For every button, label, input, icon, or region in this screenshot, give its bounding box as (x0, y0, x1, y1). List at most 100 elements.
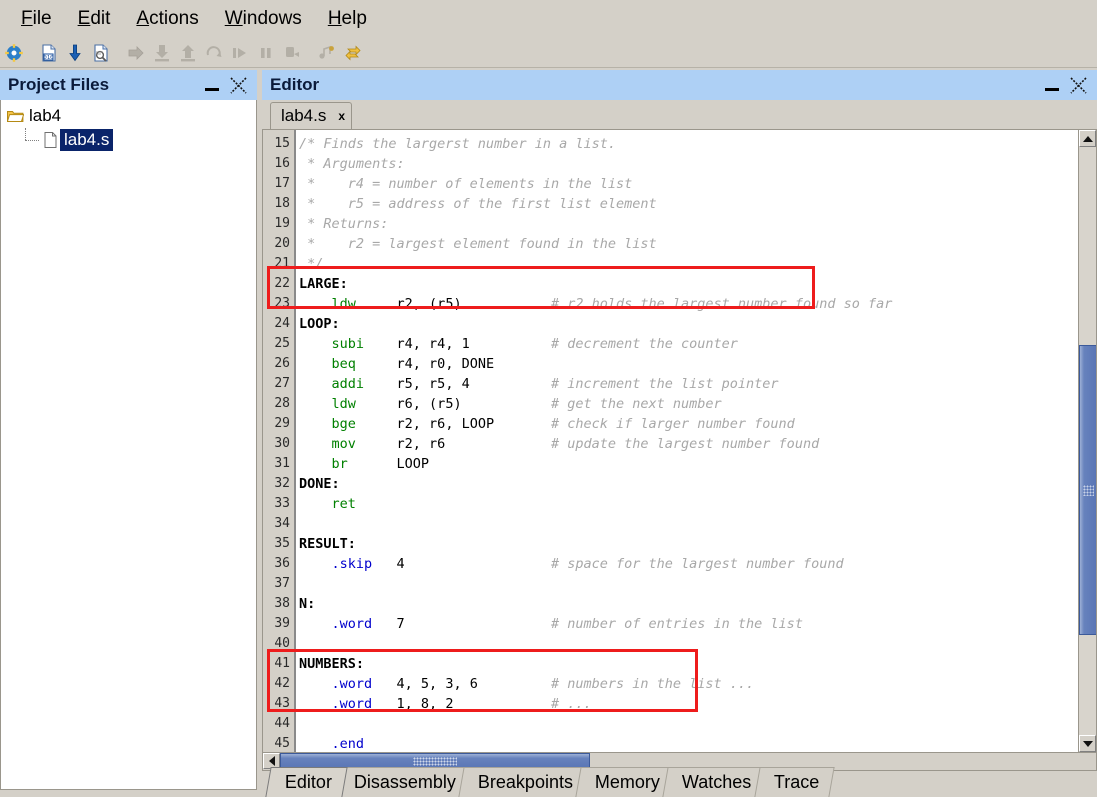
tree-node-folder[interactable]: lab4 (5, 104, 256, 128)
code-token: r4, r4, 1 (396, 336, 551, 352)
menu-item-actions[interactable]: Actions (123, 6, 211, 32)
bottom-tab-editor[interactable]: Editor (265, 767, 348, 797)
code-line[interactable]: .word 4, 5, 3, 6 # numbers in the list .… (299, 674, 1096, 694)
bottom-tab-breakpoints[interactable]: Breakpoints (458, 767, 589, 797)
code-token: subi (299, 336, 397, 352)
code-line[interactable]: * r2 = largest element found in the list (299, 234, 1096, 254)
code-line[interactable]: DONE: (299, 474, 1096, 494)
pause-icon (254, 41, 278, 65)
code-line[interactable]: */ (299, 254, 1096, 274)
code-token: * Returns: (299, 216, 389, 232)
code-token: * r4 = number of elements in the list (299, 176, 633, 192)
menu-item-edit[interactable]: Edit (65, 6, 124, 32)
restart-icon (202, 41, 226, 65)
file-tab-strip: lab4.s x (262, 100, 1097, 129)
code-line[interactable]: subi r4, r4, 1 # decrement the counter (299, 334, 1096, 354)
code-line[interactable]: * Returns: (299, 214, 1096, 234)
bottom-tab-trace[interactable]: Trace (753, 767, 835, 797)
bottom-tab-memory[interactable]: Memory (575, 767, 676, 797)
code-line[interactable]: mov r2, r6 # update the largest number f… (299, 434, 1096, 454)
code-line[interactable]: .word 1, 8, 2 # ... (299, 694, 1096, 714)
code-token: # increment the list pointer (550, 376, 779, 392)
settings-gear-icon[interactable] (2, 41, 26, 65)
code-token: br (299, 456, 397, 472)
vertical-scroll-track[interactable] (1079, 147, 1096, 735)
project-files-panel: Project Files lab4 lab4.s (0, 70, 257, 790)
code-line[interactable] (299, 634, 1096, 654)
code-line[interactable]: N: (299, 594, 1096, 614)
code-line[interactable]: .skip 4 # space for the largest number f… (299, 554, 1096, 574)
editor-panel: Editor lab4.s x 15 16 17 18 19 20 21 22 23 24 25 26… (262, 70, 1097, 797)
code-token: bge (299, 416, 397, 432)
project-files-titlebar: Project Files (0, 70, 257, 100)
code-line[interactable]: /* Finds the largerst number in a list. (299, 134, 1096, 154)
line-number: 23 (274, 296, 290, 311)
code-token: ldw (299, 296, 397, 312)
bottom-tab-disassembly[interactable]: Disassembly (334, 767, 472, 797)
scroll-up-button[interactable] (1079, 130, 1096, 147)
line-number: 40 (274, 636, 290, 651)
assemble-document-icon[interactable]: 010 (37, 41, 61, 65)
code-token: r6, (r5) (396, 396, 551, 412)
code-line[interactable]: .end (299, 734, 1096, 752)
code-line[interactable]: ldw r2, (r5) # r2 holds the largest numb… (299, 294, 1096, 314)
scroll-grip-icon (1083, 485, 1094, 496)
code-token: .word (299, 616, 397, 632)
code-line[interactable] (299, 714, 1096, 734)
project-close-button[interactable] (225, 72, 251, 98)
code-line[interactable]: LARGE: (299, 274, 1096, 294)
vertical-scroll-thumb[interactable] (1079, 345, 1096, 635)
code-line[interactable]: ldw r6, (r5) # get the next number (299, 394, 1096, 414)
tree-node-file[interactable]: lab4.s (5, 128, 256, 152)
code-token: ldw (299, 396, 397, 412)
code-token: 1, 8, 2 (396, 696, 551, 712)
file-icon (40, 132, 60, 148)
editor-close-button[interactable] (1065, 72, 1091, 98)
menu-item-help[interactable]: Help (315, 6, 380, 32)
code-line[interactable]: LOOP: (299, 314, 1096, 334)
code-line[interactable]: * r4 = number of elements in the list (299, 174, 1096, 194)
code-line[interactable]: bge r2, r6, LOOP # check if larger numbe… (299, 414, 1096, 434)
menu-item-windows[interactable]: Windows (212, 6, 315, 32)
code-line[interactable]: NUMBERS: (299, 654, 1096, 674)
code-token: # decrement the counter (550, 336, 738, 352)
file-tab-close-icon[interactable]: x (338, 109, 345, 123)
code-token: # number of entries in the list (550, 616, 803, 632)
close-icon (229, 76, 247, 94)
minimize-icon (1045, 87, 1059, 91)
code-token: r2, (r5) (396, 296, 551, 312)
project-minimize-button[interactable] (199, 72, 225, 98)
file-tab-lab4s[interactable]: lab4.s x (270, 102, 353, 129)
close-icon (1069, 76, 1087, 94)
code-line[interactable]: br LOOP (299, 454, 1096, 474)
code-line[interactable]: beq r4, r0, DONE (299, 354, 1096, 374)
editor-vertical-scrollbar[interactable] (1078, 130, 1096, 752)
stop-icon (280, 41, 304, 65)
code-token: LOOP (396, 456, 430, 472)
menu-bar: File Edit Actions Windows Help (0, 0, 1097, 38)
menu-item-file[interactable]: File (8, 6, 65, 32)
code-line[interactable]: .word 7 # number of entries in the list (299, 614, 1096, 634)
code-editor-area[interactable]: 15 16 17 18 19 20 21 22 23 24 25 26 27 28 29 30 31 32 33 34… (262, 129, 1097, 753)
code-token: r5, r5, 4 (396, 376, 551, 392)
line-number: 15 (274, 136, 290, 151)
code-line[interactable]: addi r5, r5, 4 # increment the list poin… (299, 374, 1096, 394)
refresh-icon[interactable] (341, 41, 365, 65)
editor-minimize-button[interactable] (1039, 72, 1065, 98)
code-text-area[interactable]: /* Finds the largerst number in a list. … (296, 130, 1096, 752)
inspect-document-icon[interactable] (89, 41, 113, 65)
download-arrow-icon[interactable] (63, 41, 87, 65)
code-line[interactable]: * Arguments: (299, 154, 1096, 174)
code-line[interactable]: ret (299, 494, 1096, 514)
code-line[interactable]: * r5 = address of the first list element (299, 194, 1096, 214)
code-line[interactable]: RESULT: (299, 534, 1096, 554)
code-token: .word (299, 676, 397, 692)
code-token: # space for the largest number found (550, 556, 844, 572)
scroll-down-button[interactable] (1079, 735, 1096, 752)
code-line[interactable] (299, 574, 1096, 594)
bottom-tab-label: Trace (773, 772, 819, 792)
chevron-up-icon (1082, 135, 1093, 142)
bottom-tab-watches[interactable]: Watches (662, 767, 768, 797)
bottom-tab-label: Editor (284, 772, 332, 792)
code-line[interactable] (299, 514, 1096, 534)
